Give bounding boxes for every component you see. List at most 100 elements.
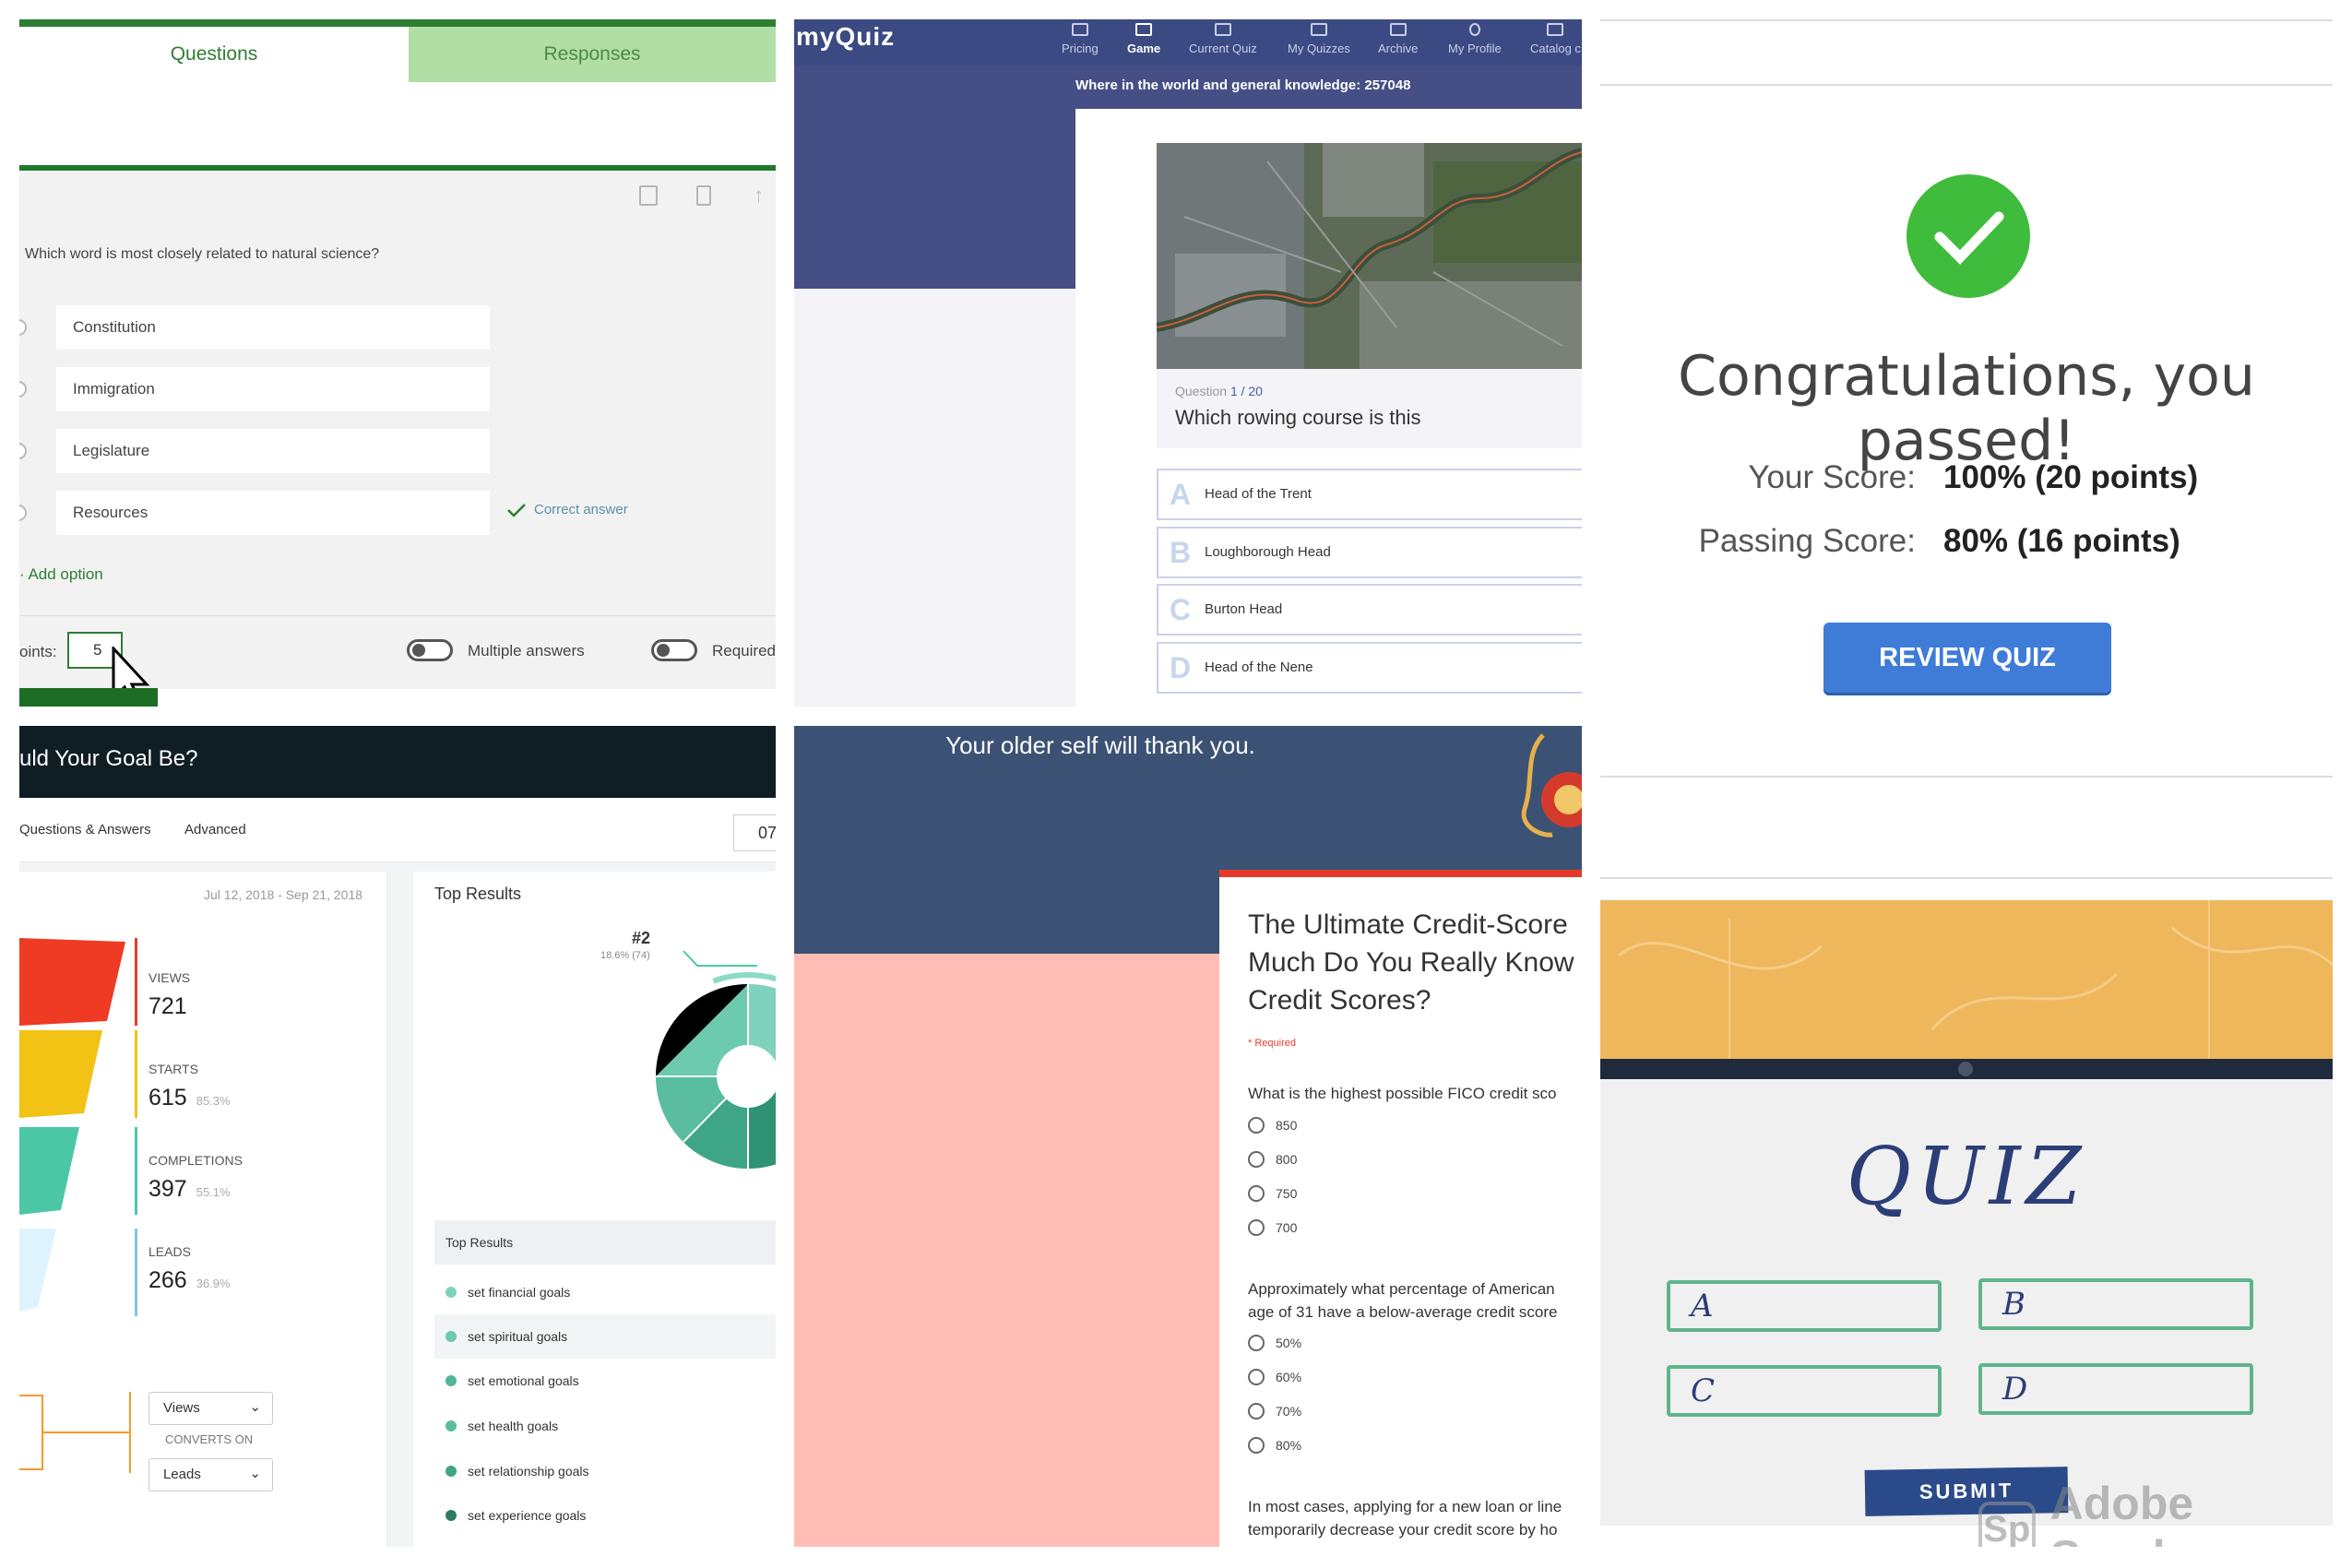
top-results-title: Top Results [434,885,522,903]
required-toggle[interactable] [651,639,697,661]
nav-current-quiz[interactable]: Current Quiz [1189,23,1257,55]
check-icon [507,503,526,517]
radio-option[interactable]: 700 [1248,1219,1297,1236]
option-label: 850 [1276,1118,1298,1133]
tab-questions[interactable]: Questions [19,27,409,82]
legend-dot [445,1420,457,1431]
review-quiz-button[interactable]: REVIEW QUIZ [1823,623,2111,693]
nav-archive[interactable]: Archive [1378,23,1418,55]
catalog-icon [1547,23,1564,36]
radio-option[interactable]: 80% [1248,1437,1301,1454]
option-field[interactable]: Legislature [19,429,490,473]
nav-game[interactable]: Game [1127,23,1160,55]
result-item[interactable]: set relationship goals [434,1449,776,1493]
metric-percent: 36.9% [196,1277,231,1290]
radio-option[interactable]: 60% [1248,1369,1301,1385]
radio-option[interactable]: 50% [1248,1335,1301,1351]
views-select[interactable]: Views ⌄ [148,1392,273,1425]
nav-label: My Quizzes [1288,42,1350,55]
answer-box-d[interactable]: D [1978,1363,2253,1415]
option-field[interactable]: Immigration [19,367,490,411]
passing-score-label: Passing Score: [1698,523,1916,559]
monitor-bar [1600,1059,2333,1079]
date-picker[interactable]: 07 [733,814,776,851]
nav-label: Archive [1378,42,1419,55]
option-label: 80% [1276,1438,1302,1453]
radio-icon [1248,1335,1265,1351]
question-3: In most cases, applying for a new loan o… [1248,1495,1582,1541]
gamepad-icon [1135,23,1153,36]
your-score-value: 100% (20 points) [1943,459,2199,495]
copy-icon[interactable] [639,185,658,206]
option-label: 50% [1276,1336,1302,1350]
correct-answer-marker[interactable]: Correct answer [506,502,628,517]
result-item[interactable]: set spiritual goals [434,1314,776,1359]
option-label: Immigration [73,380,155,398]
radio-option[interactable]: 70% [1248,1403,1301,1420]
nav-catalog[interactable]: Catalog c [1530,23,1581,55]
divider [1600,84,2333,86]
nav-pricing[interactable]: Pricing [1062,23,1099,55]
result-item[interactable]: set experience goals [434,1493,776,1538]
adobe-spark-watermark: Sp Adobe Spark [1978,1477,2333,1547]
result-label: set financial goals [468,1285,571,1300]
donut-chart [644,950,776,1181]
webcam-icon [1958,1062,1973,1076]
spark-logo-icon: Sp [1978,1502,2036,1547]
converts-on-label: CONVERTS ON [165,1432,254,1446]
top-results-list-header: Top Results [434,1220,776,1265]
form-title: The Ultimate Credit-Score Much Do You Re… [1248,906,1582,1019]
answer-option-d[interactable]: D Head of the Nene [1157,642,1582,694]
orange-header [1600,900,2333,1059]
brand-text: Adobe Spark [2049,1478,2194,1547]
radio-option[interactable]: 850 [1248,1117,1297,1134]
answer-option-b[interactable]: B Loughborough Head [1157,527,1582,578]
answer-option-a[interactable]: A Head of the Trent [1157,469,1582,520]
radio-icon [1248,1117,1265,1134]
form-title-line: Credit Scores? [1248,985,1431,1016]
answer-box-c[interactable]: C [1667,1365,1942,1417]
metric-label: VIEWS [148,970,191,985]
metric-label: COMPLETIONS [148,1153,243,1168]
answer-box-a[interactable]: A [1667,1280,1942,1332]
tab-advanced[interactable]: Advanced [184,822,246,837]
tab-questions-answers[interactable]: Questions & Answers [19,822,151,837]
result-item[interactable]: set financial goals [434,1270,776,1314]
tab-responses[interactable]: Responses [409,27,776,82]
option-field[interactable]: Constitution [19,305,490,350]
result-label: set emotional goals [468,1373,579,1388]
metric-percent: 55.1% [196,1185,231,1199]
multiple-answers-toggle[interactable] [407,639,453,661]
nav-label: Pricing [1062,42,1099,55]
question-text: Which rowing course is this [1175,406,1421,429]
answer-option-c[interactable]: C Burton Head [1157,584,1582,636]
result-item[interactable]: set health goals [434,1404,776,1448]
answer-box-b[interactable]: B [1978,1278,2253,1330]
option-label: 60% [1276,1370,1302,1384]
answer-text: Loughborough Head [1205,544,1331,560]
result-item[interactable]: set emotional goals [434,1359,776,1403]
metric-value: 397 55.1% [148,1176,231,1203]
chevron-down-icon: ⌄ [249,1399,261,1415]
leads-select[interactable]: Leads ⌄ [148,1458,273,1491]
nav-my-profile[interactable]: My Profile [1448,23,1502,55]
nav-my-quizzes[interactable]: My Quizzes [1288,23,1350,55]
answer-letter: A [1170,478,1192,511]
move-up-icon[interactable]: ↑ [754,184,764,208]
question-line: age of 31 have a below-average credit sc… [1248,1303,1558,1321]
top-accent-bar [19,19,776,27]
myquiz-logo[interactable]: myQuiz [796,22,895,52]
radio-option[interactable]: 800 [1248,1151,1297,1168]
select-value: Views [163,1400,200,1416]
analytics-panel: uld Your Goal Be? Questions & Answers Ad… [19,726,776,1547]
option-field[interactable]: Resources [19,491,490,535]
question-line: temporarily decrease your credit score b… [1248,1521,1558,1538]
radio-option[interactable]: 750 [1248,1185,1297,1202]
add-option-button[interactable]: · Add option [19,565,103,584]
nav-label: Catalog c [1530,42,1581,55]
question-label: Question [1175,384,1228,398]
delete-icon[interactable] [696,185,711,206]
answer-text: Burton Head [1205,601,1283,617]
radio-icon [1248,1369,1265,1385]
option-label: Constitution [73,318,156,336]
